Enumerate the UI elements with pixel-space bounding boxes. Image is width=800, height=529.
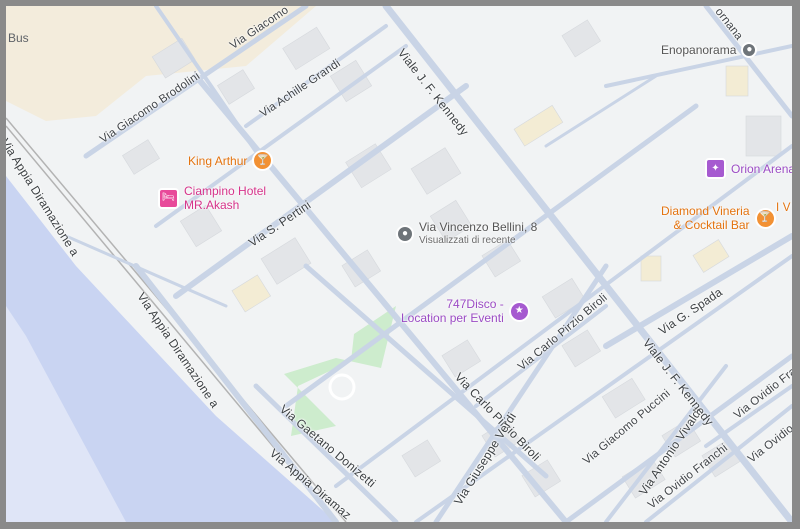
poi-label: Orion Arena <box>731 161 792 176</box>
poi-label: Ciampino Hotel MR.Akash <box>184 184 267 212</box>
poi-diamond-vineria[interactable]: Diamond Vineria & Cocktail Bar 🍸 <box>661 204 776 232</box>
poi-label: King Arthur <box>188 153 248 168</box>
poi-label: Enopanorama <box>661 43 737 57</box>
poi-ciampino-hotel[interactable]: 🛏 Ciampino Hotel MR.Akash <box>158 184 266 212</box>
map-viewport[interactable]: Bus King Arthur 🍸 🛏 Ciampino Hotel MR.Ak… <box>6 6 792 522</box>
location-pin-icon: ● <box>396 225 414 243</box>
bus-label: Bus <box>8 31 29 45</box>
poi-label: Diamond Vineria & Cocktail Bar <box>661 204 750 232</box>
poi-partial-label: I V <box>776 202 791 214</box>
poi-label: 747Disco - Location per Eventi <box>401 297 504 325</box>
poi-king-arthur[interactable]: King Arthur 🍸 <box>188 150 274 171</box>
poi-orion-arena[interactable]: ✦ Orion Arena <box>705 158 792 179</box>
hotel-bed-icon: 🛏 <box>158 187 179 209</box>
poi-label: Via Vincenzo Bellini, 8 Visualizzati di … <box>419 220 538 246</box>
arena-icon: ✦ <box>705 158 726 179</box>
roundabout <box>328 373 356 401</box>
cocktail-icon: 🍸 <box>754 207 776 229</box>
cocktail-icon: 🍸 <box>252 150 274 171</box>
location-pin-icon: ● <box>741 42 758 58</box>
poi-747disco[interactable]: 747Disco - Location per Eventi ★ <box>401 297 530 325</box>
poi-via-bellini[interactable]: ● Via Vincenzo Bellini, 8 Visualizzati d… <box>396 220 537 248</box>
disco-ball-icon: ★ <box>508 300 530 322</box>
poi-enopanorama[interactable]: Enopanorama ● <box>661 42 758 58</box>
